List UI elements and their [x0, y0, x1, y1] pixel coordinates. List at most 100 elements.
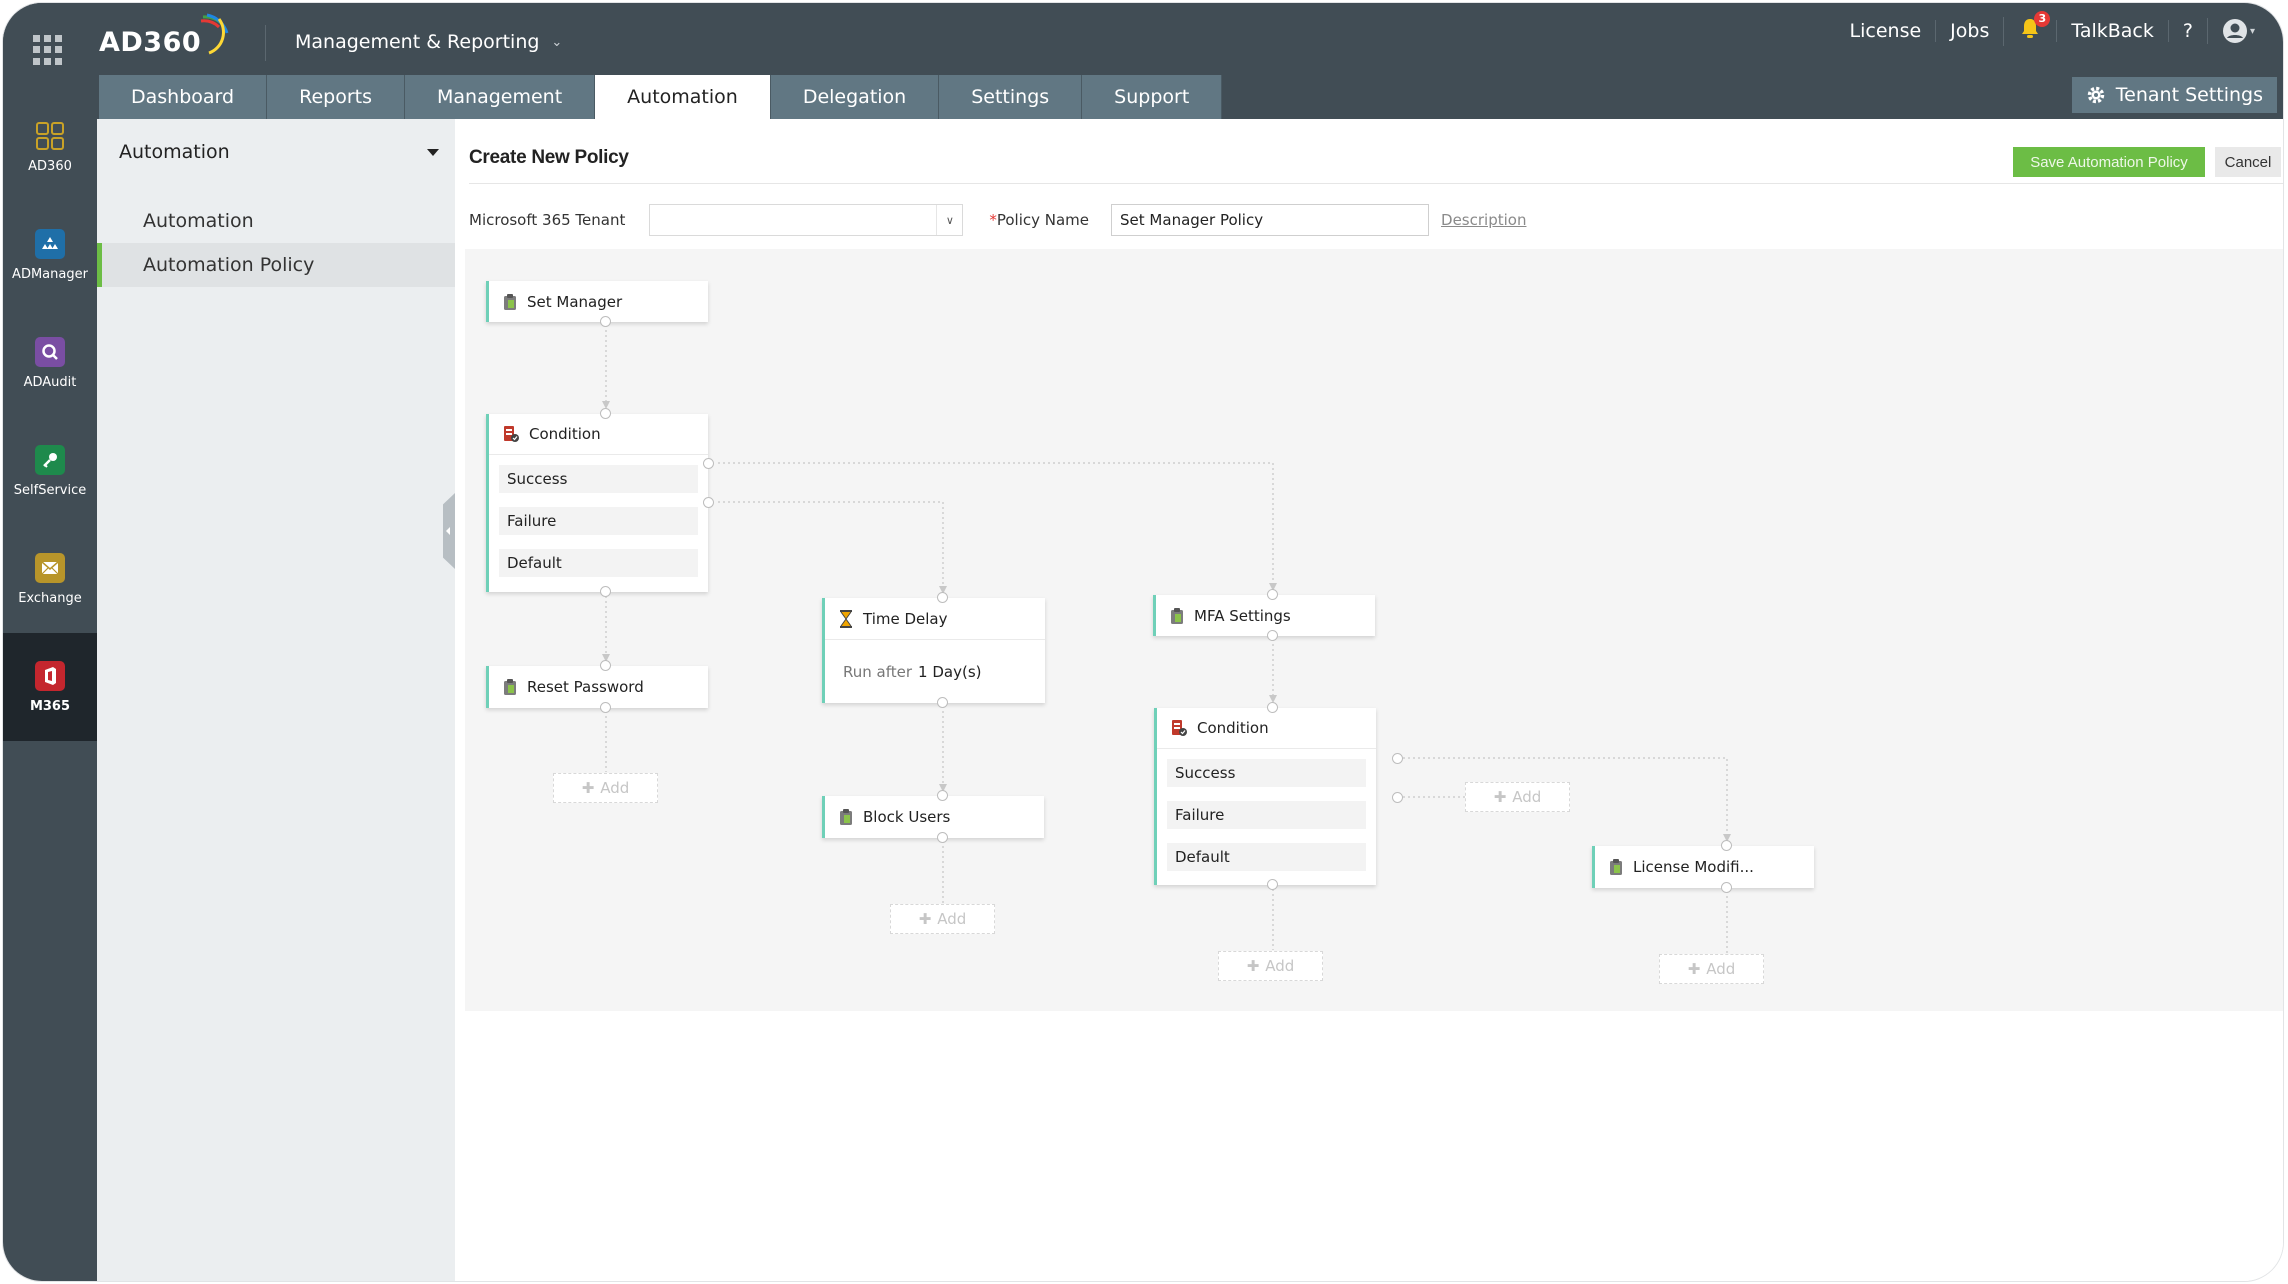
description-link[interactable]: Description	[1441, 211, 1526, 229]
node-port[interactable]	[937, 832, 948, 843]
save-policy-button[interactable]: Save Automation Policy	[2013, 147, 2205, 177]
run-after-value: 1 Day(s)	[918, 662, 982, 681]
help-button[interactable]: ?	[2167, 20, 2207, 42]
workflow-node-license-modification[interactable]: License Modifi...	[1592, 846, 1814, 888]
policy-name-label: Policy Name	[996, 211, 1090, 229]
jobs-link[interactable]: Jobs	[1935, 20, 2003, 42]
tab-settings[interactable]: Settings	[939, 75, 1083, 119]
workflow-node-set-manager[interactable]: Set Manager	[486, 281, 708, 322]
add-step-button[interactable]: ✚ Add	[1218, 951, 1323, 981]
workflow-node-condition-1[interactable]: Condition Success Failure Default	[486, 414, 708, 592]
add-step-button[interactable]: ✚ Add	[1659, 954, 1764, 984]
talkback-link[interactable]: TalkBack	[2056, 20, 2168, 42]
node-port[interactable]	[600, 660, 611, 671]
logo[interactable]: AD360	[99, 13, 231, 67]
clipboard-icon	[1171, 607, 1183, 624]
subnav-section-automation[interactable]: Automation	[119, 141, 439, 163]
product-switcher-label: Management & Reporting	[295, 31, 540, 53]
tenant-settings-button[interactable]: Tenant Settings	[2071, 77, 2277, 113]
plus-icon: ✚	[918, 910, 932, 928]
tenant-label: Microsoft 365 Tenant	[469, 211, 626, 229]
divider	[265, 25, 266, 61]
rail-item-m365[interactable]: M365	[3, 633, 97, 741]
branch-default[interactable]: Default	[499, 549, 698, 577]
app-launcher-icon[interactable]	[33, 35, 63, 65]
workflow-node-mfa-settings[interactable]: MFA Settings	[1153, 595, 1375, 636]
bell-icon: 3	[2018, 10, 2051, 41]
tab-support[interactable]: Support	[1082, 75, 1223, 119]
secondary-sidebar: Automation Automation Automation Policy	[97, 119, 455, 1281]
main-tabs: Dashboard Reports Management Automation …	[99, 75, 1223, 121]
workflow-canvas: Set Manager Condition Success Failure De…	[465, 249, 2283, 1011]
rail-item-ad360[interactable]: AD360	[3, 93, 97, 201]
add-step-button[interactable]: ✚ Add	[1465, 782, 1570, 812]
add-label: Add	[1706, 960, 1736, 978]
node-port-failure[interactable]	[703, 497, 714, 508]
node-port[interactable]	[600, 408, 611, 419]
rail-item-exchange[interactable]: Exchange	[3, 525, 97, 633]
branch-success[interactable]: Success	[499, 465, 698, 493]
cancel-button[interactable]: Cancel	[2215, 147, 2281, 177]
workflow-node-condition-2[interactable]: Condition Success Failure Default	[1154, 708, 1376, 885]
branch-failure[interactable]: Failure	[499, 507, 698, 535]
node-port-success[interactable]	[703, 458, 714, 469]
rail-item-adaudit[interactable]: ADAudit	[3, 309, 97, 417]
workflow-node-block-users[interactable]: Block Users	[822, 796, 1044, 838]
plus-icon: ✚	[581, 779, 595, 797]
subnav-section-label: Automation	[119, 141, 230, 163]
node-port[interactable]	[937, 592, 948, 603]
license-link[interactable]: License	[1836, 20, 1936, 42]
user-menu[interactable]: ▾	[2206, 18, 2269, 44]
hourglass-icon	[840, 609, 852, 628]
delay-summary: Run after 1 Day(s)	[825, 639, 1045, 703]
branch-success[interactable]: Success	[1167, 759, 1366, 787]
tab-dashboard[interactable]: Dashboard	[99, 75, 268, 119]
policy-name-input[interactable]	[1111, 204, 1430, 236]
node-port[interactable]	[1267, 630, 1278, 641]
rail-label: M365	[29, 698, 71, 714]
node-port[interactable]	[1267, 702, 1278, 713]
clipboard-icon	[504, 293, 516, 310]
node-port[interactable]	[600, 316, 611, 327]
sidebar-collapse-handle[interactable]	[443, 493, 455, 569]
rail-label: SelfService	[13, 482, 87, 498]
tab-reports[interactable]: Reports	[267, 75, 405, 119]
node-port[interactable]	[937, 790, 948, 801]
main-content: Create New Policy Save Automation Policy…	[455, 119, 2283, 1281]
branch-failure[interactable]: Failure	[1167, 801, 1366, 829]
subnav-item-automation[interactable]: Automation	[97, 199, 455, 243]
node-label: MFA Settings	[1194, 606, 1291, 625]
workflow-node-reset-password[interactable]: Reset Password	[486, 666, 708, 708]
subnav-item-automation-policy[interactable]: Automation Policy	[97, 243, 455, 287]
page-title: Create New Policy	[469, 147, 629, 168]
plus-icon: ✚	[1687, 960, 1701, 978]
tab-automation[interactable]: Automation	[595, 75, 771, 121]
admanager-icon	[35, 228, 65, 259]
notifications-button[interactable]: 3	[2003, 10, 2056, 46]
add-step-button[interactable]: ✚ Add	[890, 904, 995, 934]
branch-default[interactable]: Default	[1167, 843, 1366, 871]
add-step-button[interactable]: ✚ Add	[553, 773, 658, 803]
gear-icon	[2087, 86, 2105, 104]
tab-management[interactable]: Management	[404, 75, 596, 119]
tab-delegation[interactable]: Delegation	[770, 75, 940, 119]
node-port-default[interactable]	[1267, 879, 1278, 890]
node-port-failure[interactable]	[1392, 792, 1403, 803]
clipboard-icon	[504, 678, 516, 695]
node-port[interactable]	[1721, 882, 1732, 893]
node-port[interactable]	[600, 702, 611, 713]
node-port[interactable]	[1267, 589, 1278, 600]
rail-item-admanager[interactable]: ADManager	[3, 201, 97, 309]
node-port[interactable]	[1721, 840, 1732, 851]
tenant-select[interactable]: ∨	[649, 204, 964, 236]
mail-icon	[35, 552, 65, 583]
node-label: Block Users	[863, 807, 951, 826]
rail-label: AD360	[28, 158, 72, 174]
rail-label: ADAudit	[23, 374, 77, 390]
node-port-default[interactable]	[600, 586, 611, 597]
workflow-node-time-delay[interactable]: Time Delay Run after 1 Day(s)	[822, 598, 1045, 703]
rail-item-selfservice[interactable]: SelfService	[3, 417, 97, 525]
product-switcher[interactable]: Management & Reporting ⌄	[295, 31, 562, 53]
node-port[interactable]	[937, 697, 948, 708]
node-port-success[interactable]	[1392, 753, 1403, 764]
